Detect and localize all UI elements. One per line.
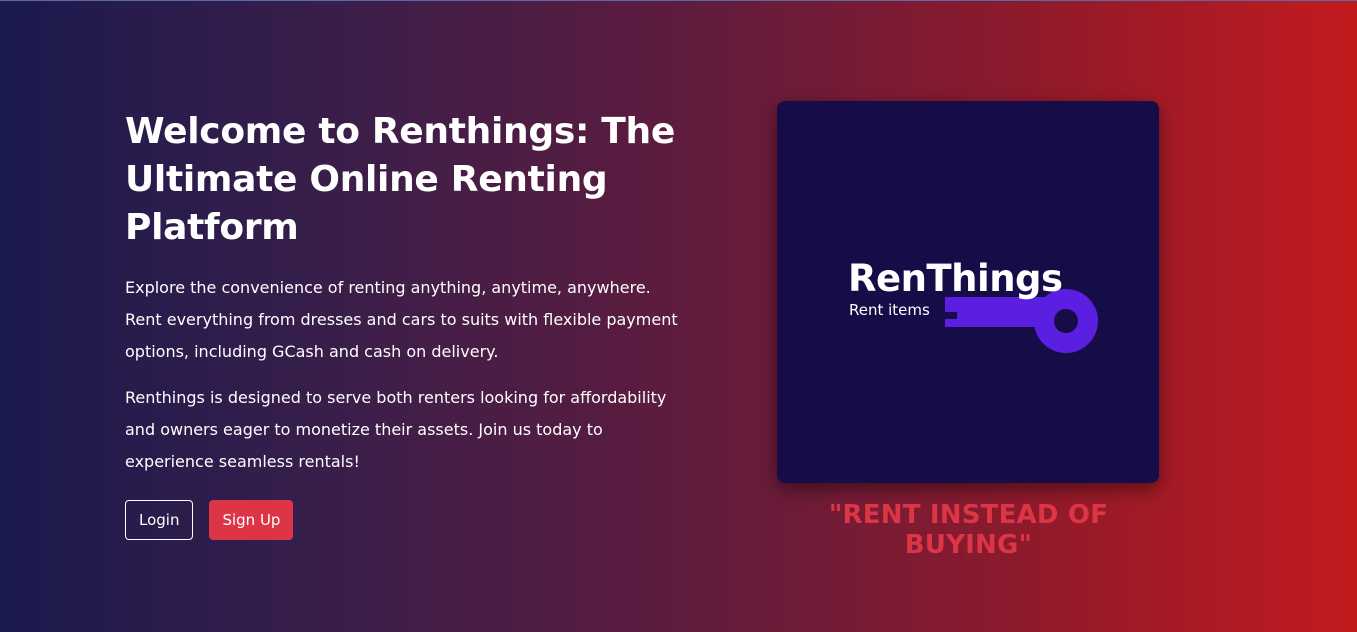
renthings-logo: RenThings Rent items — [848, 257, 1098, 353]
cta-buttons: Login Sign Up — [125, 500, 685, 540]
sign-up-button[interactable]: Sign Up — [209, 500, 294, 540]
brand-subtitle: Rent items — [849, 301, 930, 319]
brand-name: RenThings — [848, 257, 1063, 300]
hero-title: Welcome to Renthings: The Ultimate Onlin… — [125, 111, 675, 248]
hero-description-secondary: Renthings is designed to serve both rent… — [125, 388, 667, 471]
hero-section: Welcome to Renthings: The Ultimate Onlin… — [125, 108, 685, 540]
logo-card: RenThings Rent items — [777, 101, 1159, 483]
hero-description: Explore the convenience of renting anyth… — [125, 278, 678, 361]
login-button[interactable]: Login — [125, 500, 194, 540]
tagline: "RENT INSTEAD OF BUYING" — [828, 500, 1109, 560]
top-border — [0, 0, 1357, 1]
